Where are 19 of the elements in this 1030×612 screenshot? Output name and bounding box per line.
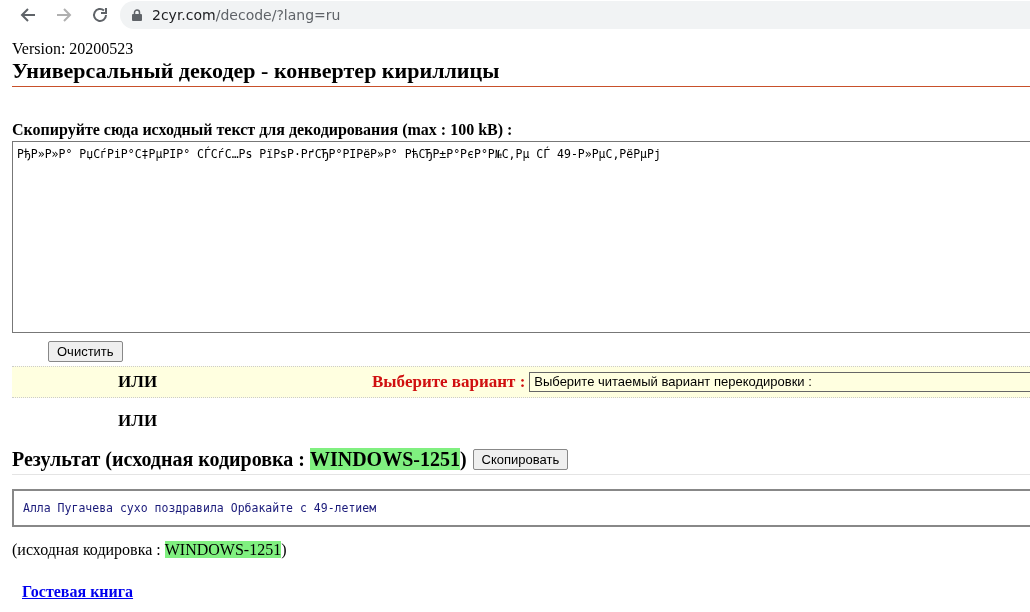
- copy-button[interactable]: Скопировать: [472, 449, 569, 470]
- page-title: Универсальный декодер - конвертер кириллицы: [12, 58, 1030, 87]
- reload-icon: [91, 6, 109, 24]
- clear-button[interactable]: Очистить: [48, 341, 123, 362]
- choose-variant-label: Выберите вариант :: [372, 372, 526, 392]
- lock-icon: [132, 9, 142, 21]
- version-text: Version: 20200523: [12, 40, 135, 58]
- result-heading: Результат (исходная кодировка : WINDOWS-1251): [12, 448, 467, 471]
- guestbook-link[interactable]: Гостевая книга: [22, 583, 134, 601]
- address-bar[interactable]: 2cyr.com/decode/?lang=ru: [120, 1, 1030, 29]
- back-arrow-icon: [19, 6, 37, 24]
- input-label: Скопируйте сюда исходный текст для декодирования (max : 100 kB) :: [12, 121, 514, 139]
- source-text-area[interactable]: РђР»Р»Р° РџСѓРіР°С‡РµРІР° СЃСѓС…Рѕ РїРѕР·РґСЂР°РІРёР»Р° РћСЂР±Р°РєР°Р№С‚Рµ СЃ 49-Р»РµС‚РёРµРј: [12, 141, 1030, 333]
- or-text: ИЛИ: [117, 372, 159, 392]
- variant-select[interactable]: Выберите читаемый вариант перекодировки :: [529, 372, 1030, 392]
- or-text: ИЛИ: [117, 411, 159, 431]
- source-encoding-text: (исходная кодировка : WINDOWS-1251): [11, 541, 288, 559]
- forward-arrow-icon: [55, 6, 73, 24]
- result-text: Алла Пугачева сухо поздравила Орбакайте с 49-летием: [12, 489, 1030, 527]
